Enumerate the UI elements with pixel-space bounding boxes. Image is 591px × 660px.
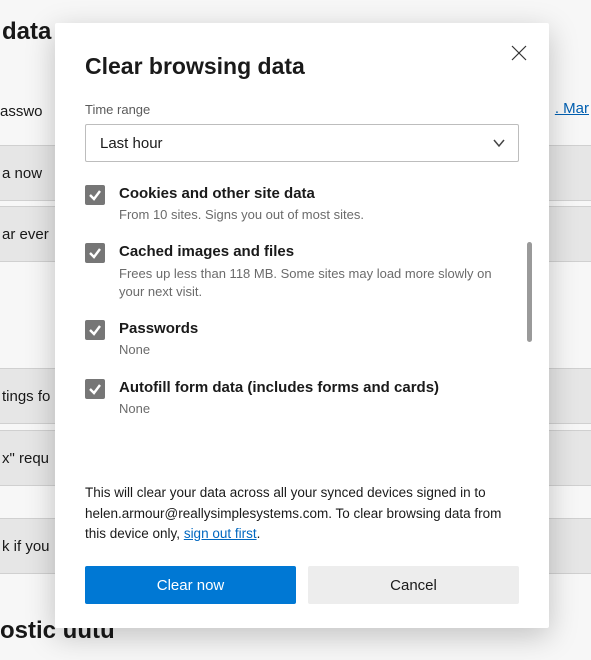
option-cache: Cached images and files Frees up less th… — [85, 242, 515, 301]
option-title: Cached images and files — [119, 242, 515, 262]
dialog-buttons: Clear now Cancel — [85, 566, 549, 604]
checkmark-icon — [88, 382, 102, 396]
option-text: Passwords None — [119, 319, 515, 359]
checkmark-icon — [88, 323, 102, 337]
checkmark-icon — [88, 188, 102, 202]
footer-note: This will clear your data across all you… — [85, 483, 549, 544]
option-title: Passwords — [119, 319, 515, 339]
time-range-label: Time range — [85, 102, 549, 117]
bg-heading: data — [0, 18, 51, 46]
option-title: Autofill form data (includes forms and c… — [119, 378, 515, 398]
checkmark-icon — [88, 246, 102, 260]
option-desc: None — [119, 341, 515, 359]
close-icon — [511, 45, 527, 61]
checkbox-cookies[interactable] — [85, 185, 105, 205]
option-cookies: Cookies and other site data From 10 site… — [85, 184, 515, 224]
clear-browsing-data-dialog: Clear browsing data Time range Last hour… — [55, 23, 549, 628]
option-title: Cookies and other site data — [119, 184, 515, 204]
footer-text-before: This will clear your data across all you… — [85, 485, 501, 541]
option-desc: Frees up less than 118 MB. Some sites ma… — [119, 265, 515, 301]
footer-text-after: . — [257, 526, 261, 541]
checkbox-cache[interactable] — [85, 243, 105, 263]
bg-link[interactable]: . Mar — [555, 100, 589, 117]
option-desc: From 10 sites. Signs you out of most sit… — [119, 206, 515, 224]
chevron-down-icon — [492, 136, 506, 150]
scrollbar[interactable] — [527, 242, 532, 342]
option-desc: None — [119, 400, 515, 418]
options-list: Cookies and other site data From 10 site… — [85, 184, 549, 477]
close-button[interactable] — [503, 37, 535, 69]
bg-text: asswo — [0, 103, 43, 120]
dialog-title: Clear browsing data — [85, 53, 549, 80]
option-autofill: Autofill form data (includes forms and c… — [85, 378, 515, 418]
time-range-select[interactable]: Last hour — [85, 124, 519, 162]
option-text: Autofill form data (includes forms and c… — [119, 378, 515, 418]
time-range-value: Last hour — [100, 135, 163, 152]
checkbox-passwords[interactable] — [85, 320, 105, 340]
cancel-button[interactable]: Cancel — [308, 566, 519, 604]
clear-now-button[interactable]: Clear now — [85, 566, 296, 604]
sign-out-link[interactable]: sign out first — [184, 526, 257, 541]
option-passwords: Passwords None — [85, 319, 515, 359]
option-text: Cookies and other site data From 10 site… — [119, 184, 515, 224]
option-text: Cached images and files Frees up less th… — [119, 242, 515, 301]
checkbox-autofill[interactable] — [85, 379, 105, 399]
